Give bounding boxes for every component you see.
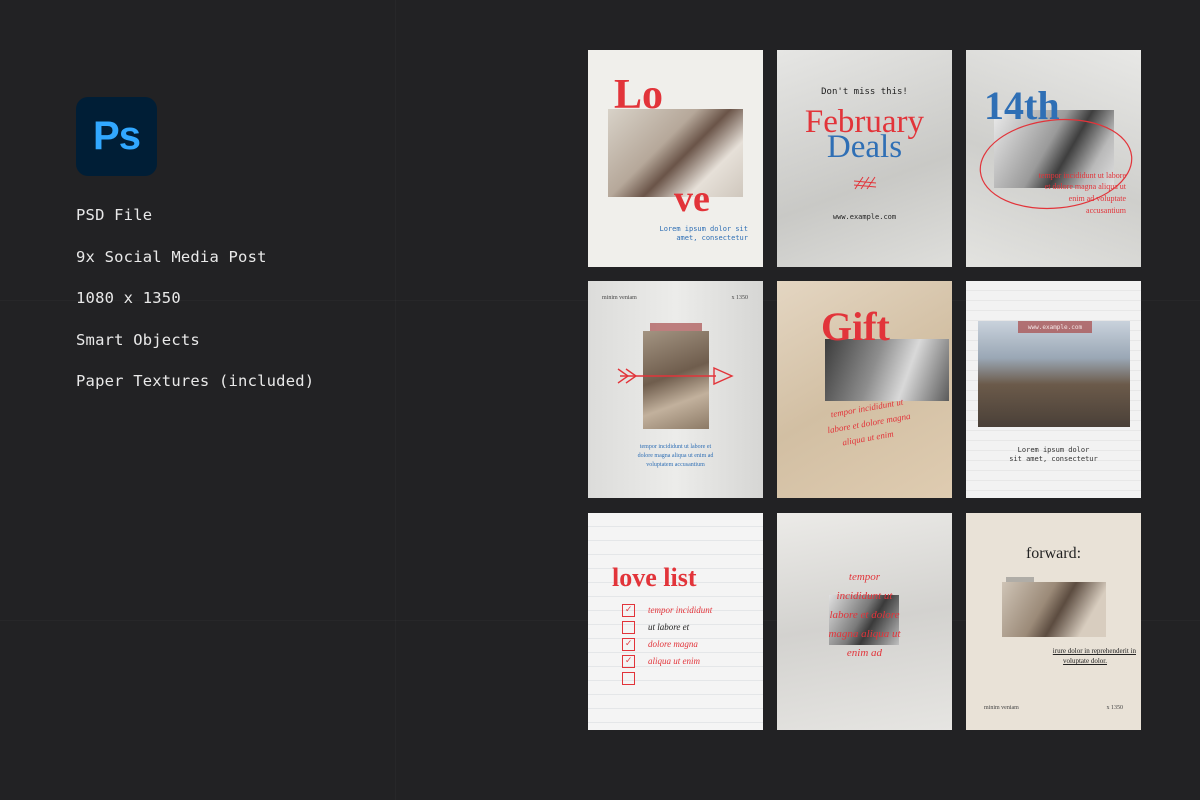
script-body-line: tempor <box>848 571 881 583</box>
fourteenth-body-line: tempor incididunt ut labore <box>1038 171 1126 180</box>
script-body-line: incididunt ut <box>836 590 893 602</box>
template-card-gift: Gift tempor incididunt ut labore et dolo… <box>777 281 952 498</box>
fourteenth-body-line: et dolore magna aliqua ut <box>1044 182 1126 191</box>
fourteenth-body-line: enim ad voluptate <box>1068 194 1126 203</box>
card-footer-right-label: x 1350 <box>1106 705 1124 711</box>
feature-list: PSD File 9x Social Media Post 1080 x 135… <box>76 205 314 413</box>
checkbox-icon: ✓ <box>622 638 635 651</box>
feature-item-smart-objects: Smart Objects <box>76 330 200 349</box>
template-card-love-list: love list ✓ tempor incididunt ut labore … <box>588 513 763 730</box>
deals-url: www.example.com <box>832 213 897 221</box>
checkbox-icon: ✓ <box>622 655 635 668</box>
template-card-february-deals: Don't miss this! February Deals www.exam… <box>777 50 952 267</box>
script-body-line: labore et dolore <box>829 609 900 621</box>
template-card-forward: forward: irure dolor in reprehenderit in… <box>966 513 1141 730</box>
forward-body-line: irure dolor in reprehenderit in <box>1052 647 1136 655</box>
template-card-14th: 14th tempor incididunt ut labore et dolo… <box>966 50 1141 267</box>
feature-item-textures: Paper Textures (included) <box>76 372 315 390</box>
bridge-photo <box>978 321 1130 427</box>
feature-item-size: 1080 x 1350 <box>76 289 181 307</box>
checkbox-icon <box>622 672 635 685</box>
love-list-item: ut labore et <box>648 622 690 632</box>
love-list-item: dolore magna <box>648 639 698 649</box>
feature-item-psd: PSD File <box>76 206 153 224</box>
template-card-love: Lo ve Lorem ipsum dolor sit amet, consec… <box>588 50 763 267</box>
template-card-script: tempor incididunt ut labore et dolore ma… <box>777 513 952 730</box>
fourteenth-body-line: accusantium <box>1086 206 1126 215</box>
background-fold <box>395 0 396 800</box>
script-body-line: enim ad <box>846 647 883 659</box>
love-body-line: Lorem ipsum dolor sit <box>659 225 748 233</box>
forward-body-line: voluptate dolor. <box>1063 657 1107 665</box>
checkbox-icon: ✓ <box>622 604 635 617</box>
card-top-left-label: minim veniam <box>602 295 637 301</box>
love-list-title: love list <box>612 563 697 592</box>
feature-item-posts: 9x Social Media Post <box>76 247 267 266</box>
deals-kicker: Don't miss this! <box>821 87 908 97</box>
template-card-bridge: www.example.com Lorem ipsum dolor sit am… <box>966 281 1141 498</box>
deals-title-bottom: Deals <box>826 129 903 165</box>
scribble-icon <box>853 175 877 191</box>
arrow-body-line: voluptatem accusantium <box>646 462 705 468</box>
bridge-body-line: sit amet, consectetur <box>1009 455 1098 463</box>
bridge-url: www.example.com <box>1027 324 1083 331</box>
arrow-body-line: tempor incididunt ut labore et <box>639 444 712 450</box>
forward-title: forward: <box>1025 545 1082 562</box>
arrow-body-line: dolore magna aliqua ut enim ad <box>637 453 714 459</box>
love-title-top: Lo <box>614 72 664 118</box>
love-list-item: aliqua ut enim <box>648 656 700 666</box>
template-card-arrow: minim veniam x 1350 tempor incididunt ut… <box>588 281 763 498</box>
love-title-bottom: ve <box>674 178 710 220</box>
photoshop-logo-text: Ps <box>93 114 141 158</box>
bridge-body-line: Lorem ipsum dolor <box>1017 446 1090 454</box>
card-top-right-label: x 1350 <box>731 295 749 301</box>
photoshop-logo-icon: Ps <box>76 97 157 176</box>
card-footer-left-label: minim veniam <box>984 705 1019 711</box>
love-body-line: amet, consectetur <box>676 234 748 242</box>
love-list-item: tempor incididunt <box>648 605 713 615</box>
gift-title: Gift <box>821 304 890 349</box>
couple-photo <box>1002 582 1106 637</box>
script-body-line: magna aliqua ut <box>828 628 901 640</box>
arrow-icon <box>616 366 734 386</box>
checkbox-icon <box>622 621 635 634</box>
